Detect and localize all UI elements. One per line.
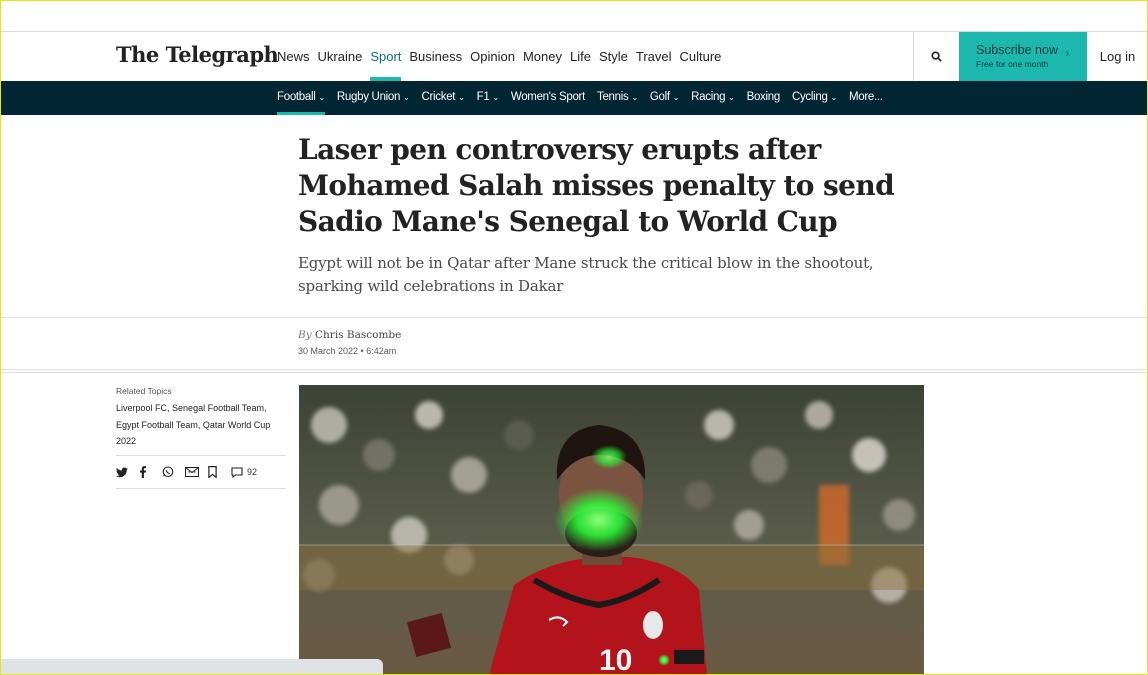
divider [0,372,1148,373]
subscribe-label: Subscribe now [976,43,1058,57]
divider [0,317,1148,318]
nav-item-business[interactable]: Business [409,32,468,81]
sport-subnav: Football ⌄ Rugby Union ⌄ Cricket ⌄ F1 ⌄ Women's … [0,81,1148,115]
nav-item-opinion[interactable]: Opinion [470,32,521,81]
sport-nav-label: Tennis [597,91,629,103]
nav-item-money[interactable]: Money [523,32,568,81]
email-icon[interactable] [185,463,208,481]
sport-nav-label: Racing [691,91,726,103]
chevron-down-icon: ⌄ [403,93,410,102]
nav-item-ukraine[interactable]: Ukraine [318,32,369,81]
chevron-down-icon: ⌄ [672,93,680,102]
article-standfirst: Egypt will not be in Qatar after Mane st… [298,254,874,295]
hero-image: 10 [299,385,924,675]
divider [116,455,286,456]
chevron-down-icon: ⌄ [492,93,499,102]
nav-item-style[interactable]: Style [599,32,634,81]
bookmark-icon[interactable] [208,463,231,481]
sport-nav-label: Cycling [791,91,828,103]
sport-nav-item-cricket[interactable]: Cricket ⌄ [422,81,465,115]
related-topics-list: Liverpool FC, Senegal Football Team, Egy… [116,403,271,446]
nav-item-travel[interactable]: Travel [636,32,678,81]
telegraph-logo[interactable]: The Telegraph [116,42,279,67]
sport-nav-item-women-s-sport[interactable]: Women's Sport [511,81,585,115]
divider [116,488,286,489]
byline-prefix: By [298,329,312,341]
sport-nav-label: Boxing [746,91,781,103]
main-nav: News Ukraine Sport Business Opinion Mone… [277,32,729,81]
login-link[interactable]: Log in [1087,32,1148,81]
article-headline: Laser pen controversy erupts after Moham… [298,133,895,238]
divider [0,369,1148,370]
search-button[interactable] [913,32,959,81]
sport-nav-item-racing[interactable]: Racing ⌄ [691,81,735,115]
topic-link[interactable]: Senegal Football Team [172,403,264,413]
sport-nav-label: Golf [649,91,670,103]
chevron-down-icon: ⌄ [458,93,465,102]
jersey-number: 10 [599,644,632,675]
publish-date: 30 March 2022 • 6:42am [298,346,397,356]
chevron-down-icon: ⌄ [830,93,838,102]
search-icon [931,51,942,62]
browser-top-spacer [0,0,1148,32]
whatsapp-icon[interactable] [162,463,185,481]
sport-nav-item-rugby-union[interactable]: Rugby Union ⌄ [337,81,410,115]
chevron-down-icon: ⌄ [318,93,326,102]
chevron-down-icon: ⌄ [631,93,638,102]
related-topics-label: Related Topics [116,386,172,396]
hero-photo: 10 [299,385,924,675]
sport-nav-label: More... [848,91,883,103]
author-name[interactable]: Chris Bascombe [315,329,401,341]
sport-nav-label: Rugby Union [336,91,401,103]
nav-item-culture[interactable]: Culture [680,32,728,81]
browser-status-bar [0,659,383,675]
sport-nav-item-football[interactable]: Football ⌄ [277,81,325,115]
sport-nav-item-f1[interactable]: F1 ⌄ [476,81,500,115]
twitter-icon[interactable] [116,463,139,481]
sport-nav-label: Football [277,91,316,103]
comment-icon[interactable] [231,463,247,481]
subscribe-sublabel: Free for one month [976,59,1049,69]
sport-nav-item-tennis[interactable]: Tennis ⌄ [597,81,638,115]
subscribe-button[interactable]: Subscribe now Free for one month › [959,32,1087,81]
share-bar: 92 [116,463,257,481]
facebook-icon[interactable] [139,463,162,481]
chevron-down-icon: ⌄ [728,93,735,102]
topic-link[interactable]: Egypt Football Team [116,420,198,430]
nav-item-life[interactable]: Life [570,32,597,81]
comment-count[interactable]: 92 [247,467,257,477]
sport-nav-item-boxing[interactable]: Boxing [746,81,781,115]
nav-item-sport[interactable]: Sport [370,32,407,81]
nav-item-news[interactable]: News [277,32,316,81]
sport-nav-label: F1 [476,91,490,103]
sport-nav-item-golf[interactable]: Golf ⌄ [649,81,680,115]
chevron-right-icon: › [1065,48,1069,59]
byline: By Chris Bascombe [298,329,401,341]
sport-nav-item-more[interactable]: More... [849,81,883,115]
sport-nav-label: Cricket [421,91,456,103]
masthead: The Telegraph News Ukraine Sport Busines… [0,32,1148,81]
sport-nav-item-cycling[interactable]: Cycling ⌄ [792,81,837,115]
sport-nav-label: Women's Sport [510,91,585,103]
topic-link[interactable]: Liverpool FC [116,403,167,413]
